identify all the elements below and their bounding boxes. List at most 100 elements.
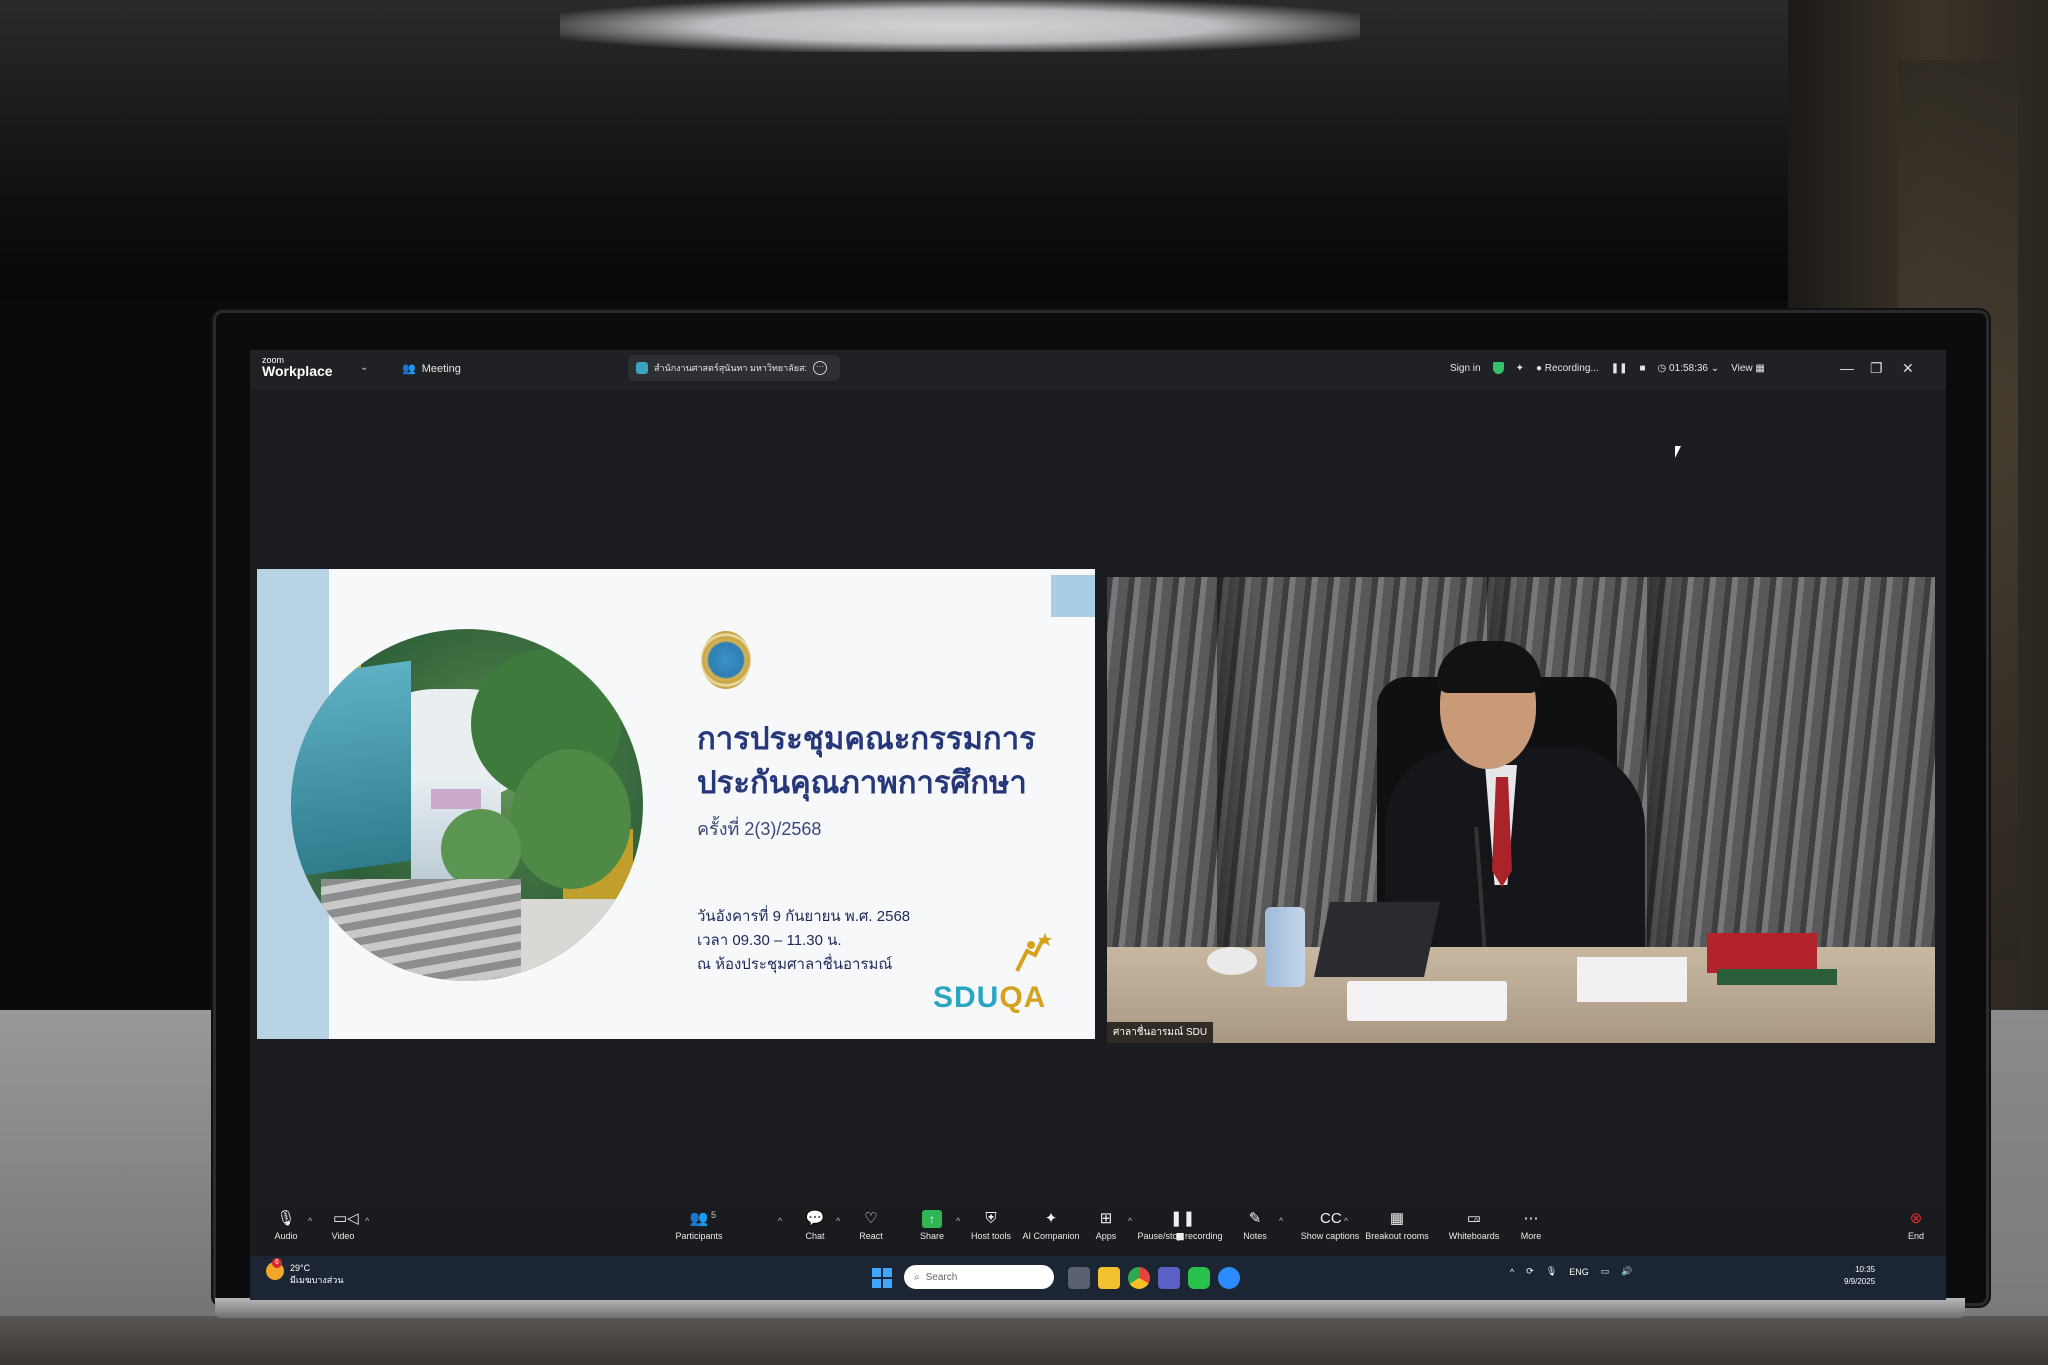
end-icon: ⊗ (1909, 1210, 1923, 1227)
volume-icon[interactable]: 🔊 (1621, 1266, 1632, 1277)
sparkle-icon[interactable]: ✦ (1516, 363, 1524, 374)
more-button[interactable]: ⋯ More (1496, 1210, 1566, 1241)
weather-desc: มีเมฆบางส่วน (290, 1275, 344, 1285)
participant-video[interactable]: ศาลาชื่นอารมณ์ SDU (1107, 577, 1935, 1043)
zoom-title-bar: zoom Workplace ⌄ 👥 Meeting สำนักงานศาสตร… (250, 350, 1946, 390)
react-button-label: React (859, 1231, 883, 1241)
weather-widget[interactable]: 6 29°C มีเมฆบางส่วน (266, 1258, 344, 1286)
weather-temp: 29°C (290, 1263, 311, 1273)
camera-icon: ▭◁ (333, 1210, 359, 1227)
title-bar-controls: Sign in ✦ ● Recording... ❚❚ ■ ◷ 01:58:36… (1450, 362, 1765, 374)
captions-button-label: Show captions (1300, 1231, 1360, 1241)
apps-button-label: Apps (1095, 1231, 1117, 1241)
people-icon: 👥 (402, 363, 416, 375)
pause-stop-icon: ❚❚ ■ (1170, 1210, 1196, 1245)
tab-favicon-icon (636, 362, 648, 374)
search-placeholder: Search (925, 1271, 958, 1283)
notes-icon: ✎ (1248, 1210, 1262, 1227)
laptop-screen: zoom Workplace ⌄ 👥 Meeting สำนักงานศาสตร… (250, 350, 1946, 1300)
view-button[interactable]: View ▦ (1731, 363, 1765, 374)
clock-time: 10:35 (1855, 1265, 1876, 1274)
restore-icon[interactable]: ❐ (1870, 360, 1883, 377)
shield-icon: ⛨ (985, 1210, 997, 1227)
meeting-tab[interactable]: สำนักงานศาสตร์สุนันทา มหาวิทยาลัยส: ··· (628, 355, 840, 381)
pause-recording-button-label: Pause/stop recording (1137, 1231, 1223, 1241)
table-edge (0, 1316, 2048, 1365)
zoom-logo[interactable]: zoom Workplace (262, 355, 333, 378)
chat-icon: 💬 (805, 1210, 825, 1227)
react-button[interactable]: ♡ React (836, 1210, 906, 1241)
microphone-icon[interactable]: 🎙 (1546, 1266, 1557, 1277)
microphone-icon: 🎙 (276, 1210, 296, 1227)
zoom-app-icon[interactable] (1218, 1267, 1240, 1289)
stop-icon[interactable]: ■ (1639, 363, 1645, 374)
meeting-timer[interactable]: ◷ 01:58:36 ⌄ (1658, 363, 1720, 374)
university-seal (701, 631, 751, 689)
sduqa-logo: SDUQA (933, 981, 1047, 1014)
windows-taskbar: 6 29°C มีเมฆบางส่วน ⌕ Search ^ ⟳ 🎙 ENG ▭ 🔊 10:35 9/9… (250, 1256, 1946, 1300)
weather-badge: 6 (272, 1258, 282, 1268)
chat-button-label: Chat (805, 1231, 825, 1241)
apps-icon: ⊞ (1099, 1210, 1113, 1227)
captions-icon: CC (1320, 1210, 1342, 1227)
weather-sun-icon: 6 (266, 1258, 284, 1280)
language-indicator[interactable]: ENG (1569, 1267, 1589, 1277)
taskbar-clock[interactable]: 10:35 9/9/2025 (1844, 1264, 1875, 1288)
line-icon[interactable] (1188, 1267, 1210, 1289)
ceiling-light (560, 0, 1360, 52)
more-icon: ⋯ (1523, 1210, 1539, 1227)
teams-icon[interactable] (1158, 1267, 1180, 1289)
shield-icon[interactable] (1492, 362, 1504, 374)
meeting-menu[interactable]: 👥 Meeting (402, 362, 461, 376)
chevron-up-icon[interactable]: ^ (1344, 1216, 1348, 1226)
video-options-chevron-icon[interactable]: ^ (365, 1216, 369, 1226)
more-icon[interactable]: ··· (813, 361, 827, 375)
file-explorer-icon[interactable] (1098, 1267, 1120, 1289)
end-button[interactable]: ⊗ End (1881, 1210, 1946, 1241)
more-button-label: More (1520, 1231, 1542, 1241)
close-icon[interactable]: ✕ (1902, 360, 1914, 377)
search-icon: ⌕ (914, 1271, 920, 1283)
desk-laptop (1314, 902, 1440, 977)
books (1707, 933, 1817, 973)
slide-corner-block (1051, 575, 1095, 617)
windows-start-icon[interactable] (872, 1268, 892, 1288)
end-button-label: End (1907, 1231, 1924, 1241)
chevron-down-icon[interactable]: ⌄ (360, 362, 368, 373)
zoom-toolbar: 🎙 Audio ^ ▭◁ Video ^ 👥 5 Participants ^ … (250, 1204, 1946, 1256)
sign-in-button[interactable]: Sign in (1450, 363, 1481, 374)
tumbler (1265, 907, 1305, 987)
mouse-cursor (1675, 446, 1681, 458)
participants-icon: 👥 (689, 1210, 709, 1227)
nameplate (1347, 981, 1507, 1021)
share-button-label: Share (919, 1231, 945, 1241)
clock-date: 9/9/2025 (1844, 1277, 1876, 1286)
slide-details: วันอังคารที่ 9 กันยายน พ.ศ. 2568 เวลา 09… (697, 908, 911, 973)
star-figure-logo (1015, 933, 1052, 972)
pause-icon[interactable]: ❚❚ (1611, 363, 1628, 374)
sparkle-icon: ✦ (1044, 1210, 1058, 1227)
network-icon[interactable]: ▭ (1601, 1266, 1610, 1277)
chevron-up-icon[interactable]: ^ (1510, 1267, 1514, 1277)
campus-photo (291, 629, 643, 981)
slide-title: การประชุมคณะกรรมการ ประกันคุณภาพการศึกษา (697, 721, 1036, 800)
task-view-icon[interactable] (1068, 1267, 1090, 1289)
shared-slide[interactable]: การประชุมคณะกรรมการ ประกันคุณภาพการศึกษา… (257, 569, 1095, 1039)
host-tools-button-label: Host tools (970, 1231, 1012, 1241)
breakout-rooms-button-label: Breakout rooms (1365, 1231, 1429, 1241)
system-tray: ^ ⟳ 🎙 ENG ▭ 🔊 (1510, 1266, 1632, 1277)
sync-icon[interactable]: ⟳ (1526, 1266, 1534, 1277)
chrome-icon[interactable] (1128, 1267, 1150, 1289)
laptop-hinge (215, 1298, 1965, 1318)
minimize-icon[interactable]: — (1840, 360, 1854, 376)
taskbar-search[interactable]: ⌕ Search (904, 1265, 1054, 1289)
participants-button[interactable]: 👥 5 Participants (664, 1210, 734, 1241)
table-left (0, 1010, 215, 1365)
chevron-up-icon[interactable]: ^ (1474, 1216, 1478, 1226)
breakout-rooms-button[interactable]: ▦ Breakout rooms (1352, 1210, 1442, 1241)
chevron-up-icon[interactable]: ^ (1279, 1216, 1283, 1226)
recording-indicator[interactable]: ● Recording... (1536, 363, 1599, 374)
heart-icon: ♡ (864, 1210, 878, 1227)
share-icon: ↑ (922, 1210, 942, 1228)
notes-button-label: Notes (1243, 1231, 1267, 1241)
